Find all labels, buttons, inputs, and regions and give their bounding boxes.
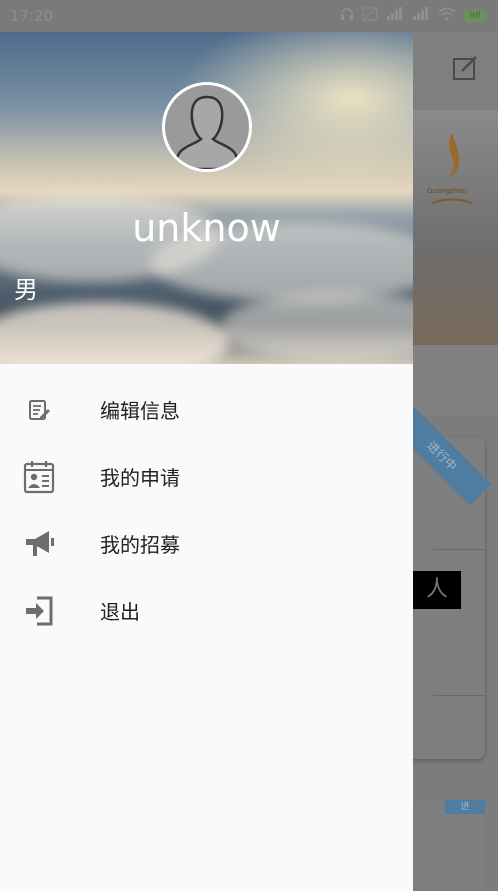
user-gender: 男: [14, 276, 38, 304]
drawer-menu: 编辑信息 我的申请 我的招募 退出: [0, 376, 413, 644]
menu-item-logout[interactable]: 退出: [0, 577, 413, 644]
application-card-icon: [21, 459, 57, 495]
menu-item-label: 退出: [100, 600, 140, 624]
cloud-decoration: [220, 292, 413, 362]
menu-item-edit-info[interactable]: 编辑信息: [0, 376, 413, 443]
megaphone-icon: [21, 526, 57, 562]
card-divider: [433, 549, 485, 550]
svg-text:Guangzhou: Guangzhou: [427, 187, 467, 195]
battery-icon: 98: [464, 10, 486, 22]
headphones-icon: [340, 7, 354, 25]
navigation-drawer: unknow 男 编辑信息 我的申请 我的招募 退出: [0, 32, 413, 891]
avatar[interactable]: [162, 82, 252, 172]
compose-icon: [452, 54, 480, 82]
edit-info-icon: [21, 392, 57, 428]
card-partial-text: 人: [413, 571, 461, 609]
menu-item-label: 我的招募: [100, 533, 180, 557]
drawer-header: unknow 男: [0, 32, 413, 364]
signal-icon: [386, 7, 404, 25]
user-silhouette-icon: [173, 95, 241, 169]
status-bar: 17:20 98: [0, 0, 498, 32]
menu-item-label: 编辑信息: [100, 399, 180, 423]
no-sim-icon: [362, 7, 378, 25]
menu-item-my-recruitment[interactable]: 我的招募: [0, 510, 413, 577]
background-section: [413, 345, 498, 415]
status-ribbon-2: 进: [445, 800, 485, 814]
cloud-decoration: [0, 302, 230, 364]
background-card: 进行中 人: [392, 406, 492, 759]
signal-icon-2: [412, 7, 430, 25]
status-time: 17:20: [10, 7, 54, 25]
menu-item-label: 我的申请: [100, 466, 180, 490]
status-icons: 98: [340, 7, 486, 25]
logout-icon: [21, 593, 57, 629]
wifi-icon: [438, 7, 456, 25]
games-logo-icon: Guangzhou: [427, 133, 473, 204]
user-name: unknow: [132, 206, 281, 250]
menu-item-my-applications[interactable]: 我的申请: [0, 443, 413, 510]
background-card-2: 进: [413, 800, 485, 891]
card-divider-2: [433, 695, 485, 696]
background-banner-image: Guangzhou: [413, 110, 498, 345]
